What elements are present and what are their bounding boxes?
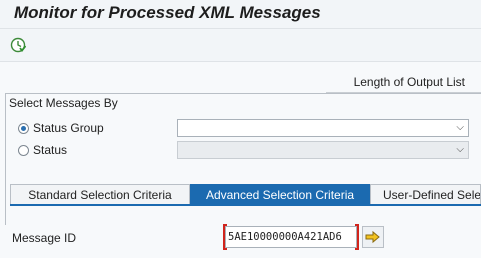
chevron-down-icon: ⌵ [456,122,464,133]
tab-user-defined-selection[interactable]: User-Defined Selection [370,184,481,204]
tab-underline [10,204,481,206]
page-title: Monitor for Processed XML Messages [14,3,321,22]
radio-label: Status [33,143,68,157]
message-id-label: Message ID [12,231,77,245]
status-group-dropdown[interactable]: ⌵ [177,119,469,137]
radio-status[interactable]: Status [18,141,67,159]
tab-advanced-selection[interactable]: Advanced Selection Criteria [190,184,370,204]
chevron-down-icon: ⌵ [456,144,464,155]
tab-strip: Standard Selection Criteria Advanced Sel… [10,184,481,204]
multiple-selection-button[interactable] [362,226,384,248]
radio-status-group[interactable]: Status Group [18,119,104,137]
message-id-input[interactable]: 5AE10000000A421AD6 [225,226,357,248]
status-dropdown[interactable]: ⌵ [177,141,469,159]
radio-button-selected[interactable] [18,122,29,134]
length-of-output-list-button[interactable]: Length of Output List [326,72,481,93]
group-title: Select Messages By [9,96,118,110]
selection-screen: Length of Output List Select Messages By… [0,62,481,258]
execute-clock-icon[interactable] [10,37,27,53]
application-toolbar [0,29,481,61]
radio-button[interactable] [18,144,29,156]
arrow-right-icon [365,230,380,244]
focus-bracket-right [355,224,359,250]
title-bar: Monitor for Processed XML Messages [0,0,481,28]
tab-standard-selection[interactable]: Standard Selection Criteria [10,184,190,204]
radio-label: Status Group [33,121,104,135]
